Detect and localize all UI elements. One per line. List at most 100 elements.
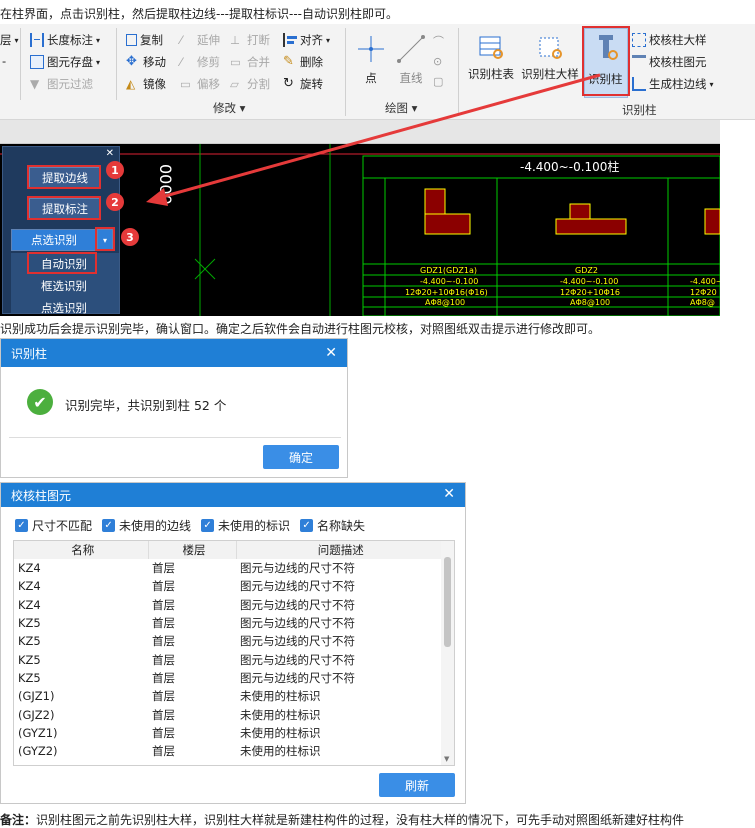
filter-button[interactable]: ▼ 图元过滤 xyxy=(30,76,93,92)
table-cell: (GJZ1) xyxy=(18,689,55,704)
merge-button[interactable]: ▭ 合并 xyxy=(230,54,270,70)
generate-column-edge-button[interactable]: 生成柱边线 ▾ xyxy=(632,76,714,92)
table-cell: 图元与边线的尺寸不符 xyxy=(240,616,355,631)
copy-icon xyxy=(126,34,137,46)
scrollbar-thumb[interactable] xyxy=(444,557,451,647)
table-cell: 首层 xyxy=(152,561,175,576)
table-header: 名称 楼层 问题描述 xyxy=(14,541,442,559)
table-row[interactable]: KZ4 首层 图元与边线的尺寸不符 xyxy=(14,559,442,577)
dialog-title: 校核柱图元 xyxy=(11,488,72,503)
checkbox-size-mismatch[interactable]: ✓ 尺寸不匹配 xyxy=(15,517,92,534)
save-icon xyxy=(30,55,44,69)
table-cell: 图元与边线的尺寸不符 xyxy=(240,670,355,685)
checkbox-unused-edge[interactable]: ✓ 未使用的边线 xyxy=(102,517,191,534)
table-row[interactable]: KZ5 首层 图元与边线的尺寸不符 xyxy=(14,669,442,687)
cad-cell: -4.400~-0.100 xyxy=(420,277,478,286)
delete-icon: ✎ xyxy=(283,54,294,69)
delete-button[interactable]: ✎ 删除 xyxy=(283,54,323,70)
ok-button[interactable]: 确定 xyxy=(263,445,339,469)
table-cell: KZ5 xyxy=(18,616,41,631)
red-arrow xyxy=(146,73,601,206)
mirror-icon: ◭ xyxy=(126,77,136,91)
table-cell: 首层 xyxy=(152,744,175,759)
note-text: 备注：识别柱图元之前先识别柱大样，识别柱大样就是新建柱构件的过程，没有柱大样的情… xyxy=(0,813,685,827)
line-icon xyxy=(397,35,425,63)
move-button[interactable]: ✥ 移动 xyxy=(126,54,166,70)
refresh-button[interactable]: 刷新 xyxy=(379,773,455,797)
table-cell: 首层 xyxy=(152,579,175,594)
dimension-button[interactable]: 长度标注 ▾ xyxy=(30,32,100,48)
cad-cell: 12Φ20+10Φ16 xyxy=(560,288,620,297)
column-table-icon xyxy=(479,36,503,59)
cad-cell: -4.400~-0.100 xyxy=(560,277,618,286)
table-row[interactable]: (GJZ1) 首层 未使用的柱标识 xyxy=(14,687,442,705)
problem-table[interactable]: 名称 楼层 问题描述 KZ4 首层 图元与边线的尺寸不符 KZ4 首层 图元与边线的尺寸不… xyxy=(13,540,455,766)
success-check-icon: ✔ xyxy=(27,389,53,415)
checkmark-icon: ✓ xyxy=(201,519,215,532)
menu-item-point[interactable]: 点选识别 xyxy=(41,300,87,316)
table-cell: 图元与边线的尺寸不符 xyxy=(240,634,355,649)
cad-cell: AΦ8@100 xyxy=(570,298,610,307)
align-button[interactable]: 对齐 ▾ xyxy=(283,32,330,48)
checkmark-icon: ✓ xyxy=(15,519,28,532)
menu-item-box[interactable]: 框选识别 xyxy=(41,278,87,294)
point-icon xyxy=(358,36,384,62)
point-recognize-button[interactable]: 点选识别 xyxy=(11,229,97,251)
table-row[interactable]: KZ4 首层 图元与边线的尺寸不符 xyxy=(14,577,442,595)
table-row[interactable]: (GYZ2) 首层 未使用的柱标识 xyxy=(14,742,442,760)
dialog-title: 识别柱 xyxy=(11,346,48,361)
table-cell: (GYZ2) xyxy=(18,744,58,759)
save-element-button[interactable]: 图元存盘 ▾ xyxy=(30,54,100,70)
table-row[interactable]: KZ5 首层 图元与边线的尺寸不符 xyxy=(14,632,442,650)
layer-button[interactable]: 层 ▾ xyxy=(0,32,19,48)
recognize-group-label: 识别柱 xyxy=(622,103,657,117)
table-row[interactable]: (GYZ1) 首层 未使用的柱标识 xyxy=(14,724,442,742)
table-row[interactable]: KZ5 首层 图元与边线的尺寸不符 xyxy=(14,650,442,668)
extract-edge-highlight xyxy=(27,165,101,189)
table-row[interactable]: KZ4 首层 图元与边线的尺寸不符 xyxy=(14,596,442,614)
dash-button[interactable]: - xyxy=(2,54,6,68)
table-cell: 首层 xyxy=(152,597,175,612)
check-column-detail-button[interactable]: 校核柱大样 xyxy=(632,32,707,48)
extend-button[interactable]: ⁄ 延伸 xyxy=(180,32,220,48)
column-header: 名称 xyxy=(14,541,149,559)
table-cell: 首层 xyxy=(152,616,175,631)
recognize-result-dialog: 识别柱 ✕ ✔ 识别完毕，共识别到柱 52 个 确定 xyxy=(0,338,348,478)
dimension-icon xyxy=(30,33,44,47)
scrollbar[interactable]: ▼ xyxy=(441,541,454,765)
table-cell: KZ4 xyxy=(18,597,41,612)
table-cell: 首层 xyxy=(152,634,175,649)
cad-cell: 12Φ20+10Φ16(Φ16) xyxy=(405,288,488,297)
step-badge-2: 2 xyxy=(106,193,124,211)
checkmark-icon: ✓ xyxy=(300,519,314,532)
cad-cell: -4.400~ xyxy=(690,277,720,286)
filter-icon: ▼ xyxy=(30,77,40,91)
description-text: 识别成功后会提示识别完毕，确认窗口。确定之后软件会自动进行柱图元校核，对照图纸双… xyxy=(0,322,601,336)
dash-icon: - xyxy=(2,54,7,68)
column-header: 问题描述 xyxy=(236,541,442,559)
table-cell: 图元与边线的尺寸不符 xyxy=(240,579,355,594)
merge-icon: ▭ xyxy=(230,55,241,69)
check-column-dialog: 校核柱图元 ✕ ✓ 尺寸不匹配 ✓ 未使用的边线 ✓ 未使用的标识 ✓ 名称缺失 名称 … xyxy=(0,482,466,804)
scroll-down-icon[interactable]: ▼ xyxy=(444,755,449,763)
trim-button[interactable]: ⁄ 修剪 xyxy=(180,54,220,70)
table-cell: 未使用的柱标识 xyxy=(240,725,321,740)
check-column-element-button[interactable]: 校核柱图元 xyxy=(632,54,707,70)
auto-recognize-highlight xyxy=(27,252,97,274)
table-cell: 图元与边线的尺寸不符 xyxy=(240,597,355,612)
table-cell: 未使用的柱标识 xyxy=(240,744,321,759)
table-row[interactable]: KZ5 首层 图元与边线的尺寸不符 xyxy=(14,614,442,632)
copy-button[interactable]: 复制 xyxy=(126,32,163,48)
close-icon[interactable]: ✕ xyxy=(325,345,337,361)
close-icon[interactable]: ✕ xyxy=(443,486,455,502)
break-button[interactable]: ⊥ 打断 xyxy=(230,32,270,48)
panel-close-icon[interactable]: ✕ xyxy=(106,148,114,159)
checkbox-name-missing[interactable]: ✓ 名称缺失 xyxy=(300,517,365,534)
table-row[interactable]: (GJZ2) 首层 未使用的柱标识 xyxy=(14,705,442,723)
result-message: 识别完毕，共识别到柱 52 个 xyxy=(65,398,227,413)
move-icon: ✥ xyxy=(126,54,137,69)
layer-icon: 层 xyxy=(0,33,12,47)
table-cell: 首层 xyxy=(152,670,175,685)
checkbox-unused-mark[interactable]: ✓ 未使用的标识 xyxy=(201,517,290,534)
table-cell: KZ5 xyxy=(18,652,41,667)
